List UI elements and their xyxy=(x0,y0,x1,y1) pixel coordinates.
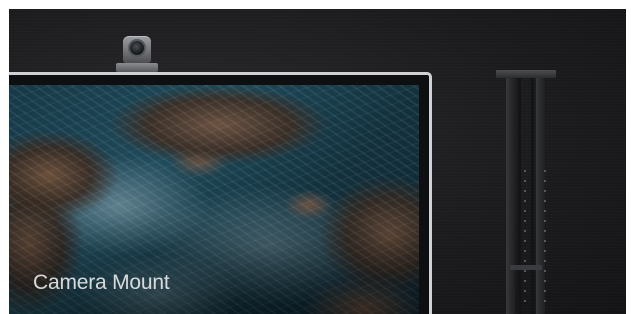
mounting-bracket-icon xyxy=(496,70,556,314)
bracket-holes-left xyxy=(524,170,526,310)
caption-title: Camera Mount xyxy=(33,271,170,294)
camera-base xyxy=(116,63,158,72)
bracket-holes-right xyxy=(544,170,546,310)
product-image: Camera Mount xyxy=(9,9,626,314)
bracket-channel-left xyxy=(518,78,521,314)
bracket-top-bar xyxy=(496,70,556,78)
bracket-clamp xyxy=(510,265,542,270)
camera-lens xyxy=(130,41,144,55)
ptz-camera-icon xyxy=(116,36,158,76)
bracket-channel-right xyxy=(531,78,534,314)
bracket-rail-left xyxy=(506,78,515,314)
